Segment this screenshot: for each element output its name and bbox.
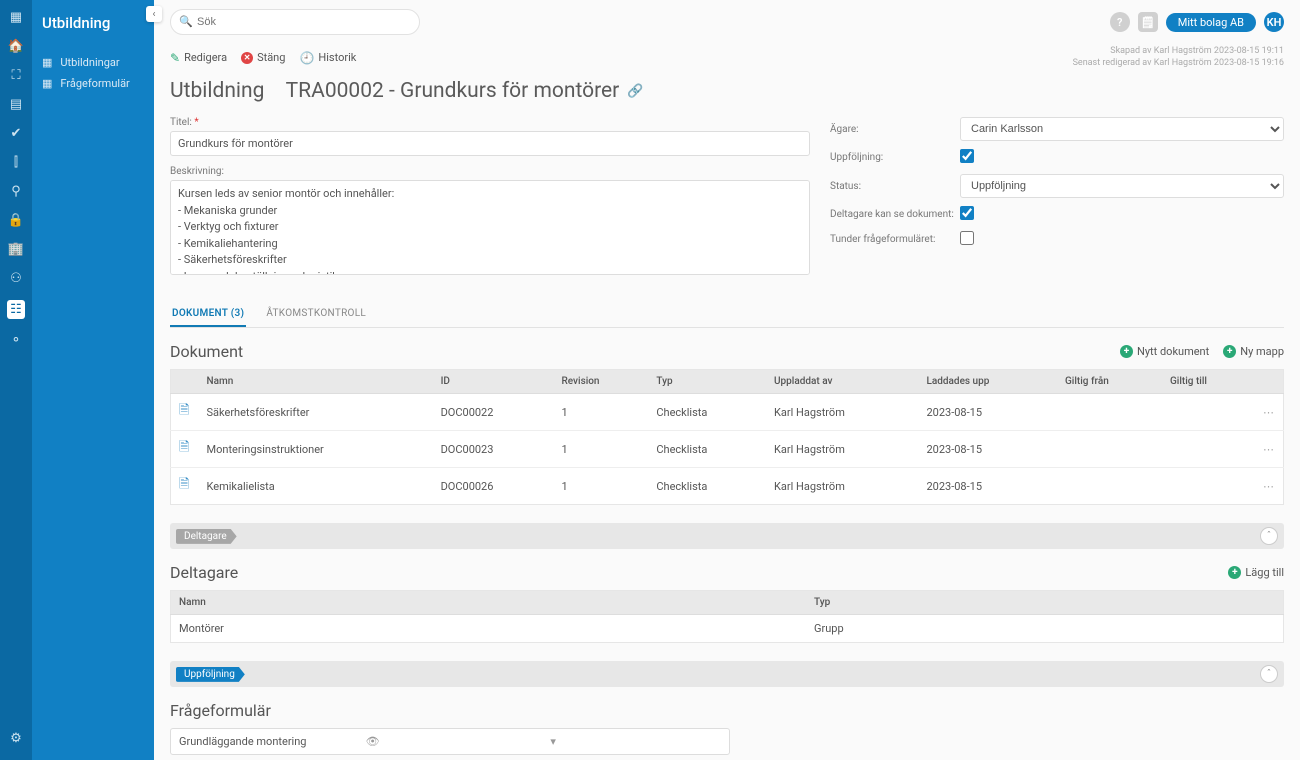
status-label: Status: bbox=[830, 181, 960, 192]
followup-label: Uppföljning: bbox=[830, 152, 960, 163]
history-button[interactable]: 🕘 Historik bbox=[299, 51, 356, 65]
can-see-docs-checkbox[interactable] bbox=[960, 206, 974, 220]
table-row[interactable]: Montörer Grupp bbox=[171, 615, 1284, 643]
app-logo-icon[interactable]: ▦ bbox=[10, 10, 22, 25]
table-row[interactable]: 🗎KemikalielistaDOC000261ChecklistaKarl H… bbox=[171, 468, 1284, 505]
file-icon: 🗎 bbox=[179, 477, 189, 492]
participants-heading: Deltagare bbox=[170, 563, 238, 582]
sidebar-item-frageformular[interactable]: ▦ Frågeformulär bbox=[42, 73, 144, 94]
description-label: Beskrivning: bbox=[170, 166, 810, 177]
plus-icon: + bbox=[1228, 566, 1241, 579]
notes-button[interactable]: 🗒 bbox=[1138, 12, 1158, 32]
eye-icon[interactable]: 👁 bbox=[360, 735, 545, 748]
branch-icon[interactable]: ⚬ bbox=[11, 333, 22, 348]
collapse-section-button[interactable]: ˆ bbox=[1260, 665, 1278, 683]
search-input[interactable] bbox=[170, 9, 420, 35]
sidebar-collapse-button[interactable]: ‹ bbox=[146, 6, 162, 22]
clock-icon: 🕘 bbox=[299, 51, 314, 65]
owner-label: Ägare: bbox=[830, 124, 960, 135]
collapse-section-button[interactable]: ˆ bbox=[1260, 527, 1278, 545]
title-label: Titel: * bbox=[170, 117, 810, 128]
page-title: Utbildning TRA00002 - Grundkurs för mont… bbox=[170, 79, 1284, 103]
under-form-checkbox[interactable] bbox=[960, 231, 974, 245]
followup-crumb-bar: Uppföljning ˆ bbox=[170, 661, 1284, 687]
participants-crumb-bar: Deltagare ˆ bbox=[170, 523, 1284, 549]
close-button[interactable]: ✕ Stäng bbox=[241, 51, 285, 64]
can-see-docs-label: Deltagare kan se dokument: bbox=[830, 209, 960, 220]
file-icon: 🗎 bbox=[179, 440, 189, 455]
building-icon[interactable]: 🏢 bbox=[8, 242, 24, 257]
participants-table: Namn Typ Montörer Grupp bbox=[170, 590, 1284, 643]
documents-table: Namn ID Revision Typ Uppladdat av Laddad… bbox=[170, 369, 1284, 505]
training-icon[interactable]: ☷ bbox=[7, 300, 25, 319]
questionnaire-heading: Frågeformulär bbox=[170, 701, 271, 720]
company-chip[interactable]: Mitt bolag AB bbox=[1166, 13, 1256, 32]
title-input[interactable] bbox=[170, 131, 810, 156]
followup-checkbox[interactable] bbox=[960, 149, 974, 163]
description-textarea[interactable]: Kursen leds av senior montör och innehål… bbox=[170, 180, 810, 275]
tab-access[interactable]: ÅTKOMSTKONTROLL bbox=[264, 302, 368, 327]
chevron-down-icon[interactable]: ▾ bbox=[544, 735, 729, 748]
questionnaire-select[interactable]: Grundläggande montering 👁 ▾ bbox=[170, 728, 730, 755]
table-row[interactable]: 🗎SäkerhetsföreskrifterDOC000221Checklist… bbox=[171, 394, 1284, 431]
icon-rail: ▦ 🏠 ⛶ ▤ ✔ ⫿ ⚲ 🔒 🏢 ⚇ ☷ ⚬ ⚙ bbox=[0, 0, 32, 760]
sidebar-title: Utbildning bbox=[42, 14, 144, 32]
table-row[interactable]: 🗎MonteringsinstruktionerDOC000231Checkli… bbox=[171, 431, 1284, 468]
chart-icon[interactable]: ⫿ bbox=[14, 155, 18, 170]
plus-icon: + bbox=[1120, 345, 1133, 358]
row-menu-button[interactable]: ⋯ bbox=[1263, 406, 1275, 419]
new-folder-button[interactable]: + Ny mapp bbox=[1223, 345, 1284, 358]
link-icon[interactable]: 🔗 bbox=[627, 84, 643, 99]
sidebar-item-label: Utbildningar bbox=[60, 56, 119, 69]
new-document-button[interactable]: + Nytt dokument bbox=[1120, 345, 1209, 358]
under-form-label: Tunder frågeformuläret: bbox=[830, 234, 960, 245]
lock-icon[interactable]: 🔒 bbox=[8, 213, 24, 228]
pencil-icon: ✎ bbox=[170, 51, 180, 65]
owner-select[interactable]: Carin Karlsson bbox=[960, 117, 1284, 141]
group-icon[interactable]: ⚇ bbox=[10, 271, 22, 286]
help-button[interactable]: ? bbox=[1110, 12, 1130, 32]
plus-icon: + bbox=[1223, 345, 1236, 358]
file-icon: 🗎 bbox=[179, 403, 189, 418]
sidebar-item-label: Frågeformulär bbox=[60, 77, 129, 90]
add-participant-button[interactable]: + Lägg till bbox=[1228, 566, 1284, 579]
status-select[interactable]: Uppföljning bbox=[960, 174, 1284, 198]
crumb-followup: Uppföljning bbox=[176, 667, 245, 682]
edit-button[interactable]: ✎ Redigera bbox=[170, 51, 227, 65]
row-menu-button[interactable]: ⋯ bbox=[1263, 480, 1275, 493]
documents-heading: Dokument bbox=[170, 342, 243, 361]
meta-info: Skapad av Karl Hagström 2023-08-15 19:11… bbox=[1073, 46, 1284, 69]
expand-icon[interactable]: ⛶ bbox=[11, 68, 20, 83]
tabs: DOKUMENT (3) ÅTKOMSTKONTROLL bbox=[170, 302, 1284, 328]
sidebar: ‹ Utbildning ▦ Utbildningar ▦ Frågeformu… bbox=[32, 0, 154, 760]
main-content: 🔍 ? 🗒 Mitt bolag AB KH ✎ Redigera ✕ Stän… bbox=[154, 0, 1300, 760]
avatar[interactable]: KH bbox=[1264, 12, 1284, 32]
tab-documents[interactable]: DOKUMENT (3) bbox=[170, 302, 246, 327]
crumb-participants: Deltagare bbox=[176, 529, 237, 544]
check-icon[interactable]: ✔ bbox=[11, 126, 22, 141]
list-icon: ▦ bbox=[42, 77, 52, 90]
row-menu-button[interactable]: ⋯ bbox=[1263, 443, 1275, 456]
search-icon: 🔍 bbox=[179, 15, 193, 28]
sidebar-item-utbildningar[interactable]: ▦ Utbildningar bbox=[42, 52, 144, 73]
home-icon[interactable]: 🏠 bbox=[8, 39, 24, 54]
search-wrap: 🔍 bbox=[170, 9, 420, 35]
document-icon[interactable]: ▤ bbox=[10, 97, 22, 112]
close-icon: ✕ bbox=[241, 52, 253, 64]
settings-icon[interactable]: ⚙ bbox=[10, 731, 22, 746]
list-icon: ▦ bbox=[42, 56, 52, 69]
people-icon[interactable]: ⚲ bbox=[11, 184, 21, 199]
